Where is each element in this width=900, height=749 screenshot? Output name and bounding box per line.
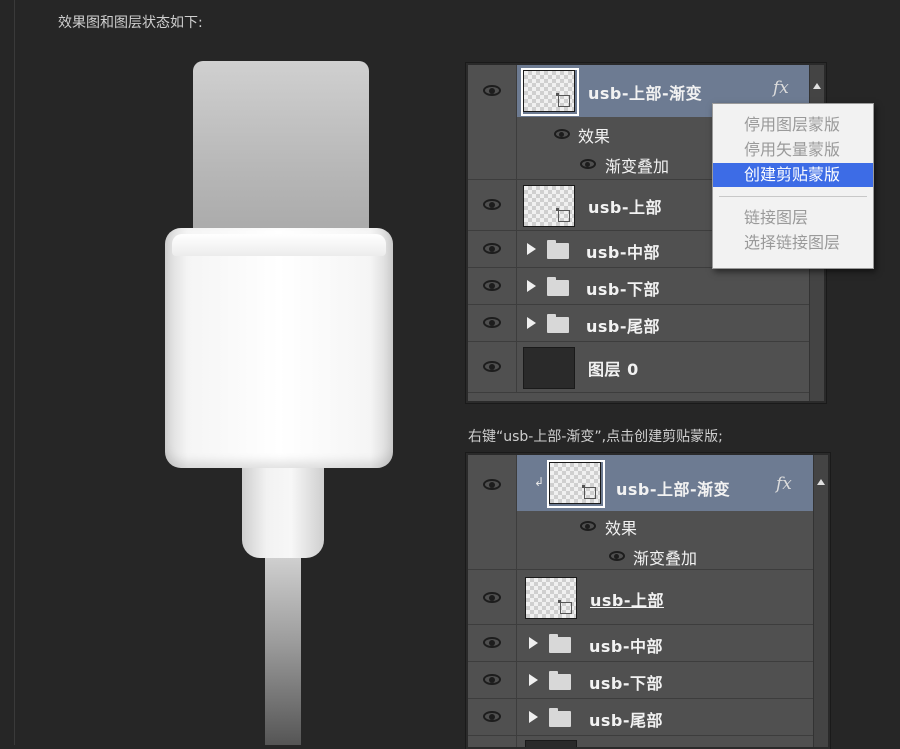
- layer-row-usb-tail[interactable]: usb-尾部: [468, 305, 810, 342]
- folder-icon: [549, 708, 571, 727]
- layer-thumbnail: [523, 185, 575, 227]
- usb-metal-head: [193, 61, 369, 249]
- folder-icon: [547, 314, 569, 333]
- menu-item-disable-layer-mask[interactable]: 停用图层蒙版: [713, 113, 873, 137]
- expand-triangle-icon[interactable]: [527, 317, 536, 329]
- usb-cable: [265, 558, 301, 745]
- usb-body-highlight: [172, 234, 386, 256]
- layer-thumbnail: [523, 347, 575, 389]
- layer-name: usb-上部: [588, 198, 663, 217]
- layer-name: usb-尾部: [586, 317, 661, 336]
- eye-icon[interactable]: [483, 280, 501, 291]
- layer-row-usb-lower[interactable]: usb-下部: [468, 268, 810, 305]
- context-menu: 停用图层蒙版 停用矢量蒙版 创建剪贴蒙版 链接图层 选择链接图层: [712, 103, 874, 269]
- scroll-up-icon[interactable]: [813, 83, 821, 89]
- layer-thumbnail: [525, 577, 577, 619]
- scroll-up-icon[interactable]: [817, 479, 825, 485]
- eye-icon[interactable]: [483, 243, 501, 254]
- folder-icon: [549, 671, 571, 690]
- effects-label: 效果: [605, 519, 638, 538]
- expand-triangle-icon[interactable]: [527, 280, 536, 292]
- eye-icon[interactable]: [483, 637, 501, 648]
- layer-name: usb-下部: [586, 280, 661, 299]
- usb-illustration: [160, 58, 400, 745]
- layer-name: 图层 0: [588, 360, 639, 379]
- eye-icon[interactable]: [483, 592, 501, 603]
- menu-separator: [719, 196, 867, 197]
- layer-name: usb-下部: [589, 674, 664, 693]
- left-divider: [14, 0, 15, 745]
- eye-icon[interactable]: [483, 361, 501, 372]
- layer-row-usb-lower[interactable]: usb-下部: [468, 662, 814, 699]
- fx-icon[interactable]: fx: [773, 78, 789, 98]
- eye-icon[interactable]: [483, 674, 501, 685]
- usb-neck: [242, 468, 324, 558]
- eye-icon[interactable]: [483, 85, 501, 96]
- folder-icon: [547, 240, 569, 259]
- eye-icon[interactable]: [483, 479, 501, 490]
- eye-icon[interactable]: [483, 711, 501, 722]
- fx-icon[interactable]: fx: [776, 474, 792, 494]
- caption-middle: 右键“usb-上部-渐变”,点击创建剪贴蒙版;: [468, 429, 723, 445]
- eye-icon[interactable]: [580, 159, 596, 169]
- layer-row-usb-top-gradient[interactable]: ↲ usb-上部-渐变 fx 效果 渐变叠加: [468, 455, 814, 570]
- effects-label: 效果: [578, 127, 611, 146]
- clip-arrow-icon: ↲: [534, 475, 545, 489]
- eye-icon[interactable]: [609, 551, 625, 561]
- menu-item-create-clipping-mask[interactable]: 创建剪贴蒙版: [713, 163, 873, 187]
- expand-triangle-icon[interactable]: [529, 637, 538, 649]
- layer-name: usb-中部: [589, 637, 664, 656]
- folder-icon: [549, 634, 571, 653]
- expand-triangle-icon[interactable]: [529, 711, 538, 723]
- layer-name: usb-尾部: [589, 711, 664, 730]
- scrollbar[interactable]: [813, 455, 828, 747]
- eye-icon[interactable]: [483, 199, 501, 210]
- menu-item-select-linked-layers[interactable]: 选择链接图层: [713, 231, 873, 255]
- effect-gradient-overlay: 渐变叠加: [605, 157, 670, 176]
- eye-icon[interactable]: [554, 129, 570, 139]
- usb-upper-body: [165, 228, 393, 468]
- layer-row-usb-top[interactable]: usb-上部: [468, 570, 814, 625]
- menu-item-disable-vector-mask[interactable]: 停用矢量蒙版: [713, 138, 873, 162]
- eye-icon[interactable]: [483, 317, 501, 328]
- layer-row-layer-0[interactable]: 图层 0: [468, 342, 810, 393]
- expand-triangle-icon[interactable]: [527, 243, 536, 255]
- menu-item-link-layers[interactable]: 链接图层: [713, 206, 873, 230]
- layer-row-usb-tail[interactable]: usb-尾部: [468, 699, 814, 736]
- layer-name: usb-上部-渐变: [588, 84, 703, 103]
- layer-name: usb-上部-渐变: [616, 480, 731, 499]
- layer-row-partial[interactable]: [468, 736, 814, 747]
- layer-thumbnail: [523, 70, 575, 112]
- layers-panel-after: ↲ usb-上部-渐变 fx 效果 渐变叠加 usb-上部 usb-中部 usb…: [466, 453, 830, 749]
- layer-row-usb-middle[interactable]: usb-中部: [468, 625, 814, 662]
- layer-thumbnail: [549, 462, 601, 504]
- effect-gradient-overlay: 渐变叠加: [633, 549, 698, 568]
- eye-icon[interactable]: [580, 521, 596, 531]
- expand-triangle-icon[interactable]: [529, 674, 538, 686]
- layer-name: usb-中部: [586, 243, 661, 262]
- layer-name: usb-上部: [590, 591, 665, 610]
- caption-top: 效果图和图层状态如下:: [58, 15, 203, 31]
- folder-icon: [547, 277, 569, 296]
